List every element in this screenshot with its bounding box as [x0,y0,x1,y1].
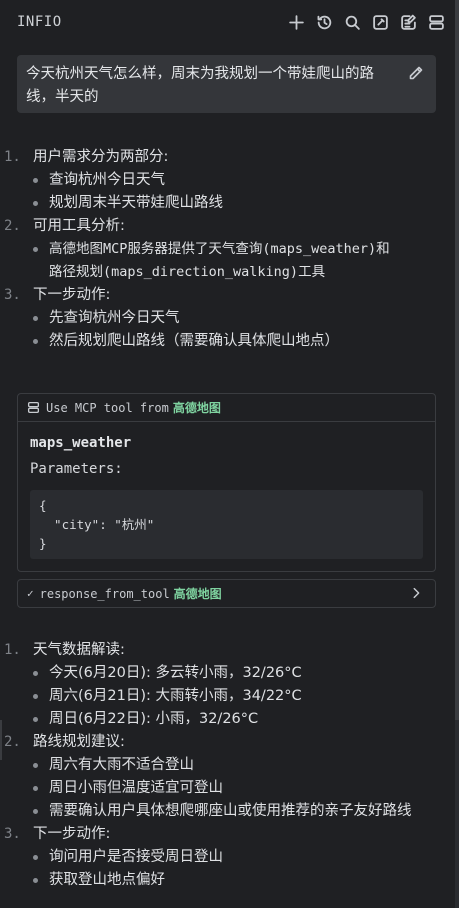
tool-response-toggle[interactable]: ✓ response_from_tool 高德地图 [17,579,436,608]
tool-name: maps_weather [30,435,132,451]
response-label: response_from_tool [39,586,170,601]
list-item: 2. 可用工具分析: [0,215,459,238]
list-heading: 可用工具分析: [33,218,125,234]
bullet-dot [33,855,38,860]
bullet-dot [33,201,38,206]
mcp-server-name: 高德地图 [172,401,221,415]
history-icon[interactable] [314,12,335,33]
search-icon[interactable] [342,12,363,33]
list-heading: 下一步动作: [33,287,111,303]
list-number: 1. [4,642,21,658]
bullet-dot [33,694,38,699]
bullet-text: 高德地图MCP服务器提供了天气查询(maps_weather)和 [49,241,390,257]
bullet-text: 然后规划爬山路线（需要确认具体爬山地点） [49,333,339,349]
user-message-line1: 今天杭州天气怎么样，周末为我规划一个带娃爬山的路 [26,66,374,82]
bullet-text: 路径规划(maps_direction_walking)工具 [49,264,326,280]
scrollbar-thumb[interactable] [455,0,459,720]
list-heading: 下一步动作: [33,826,111,842]
list-item: 3. 下一步动作: [0,284,459,307]
bullet-text: 获取登山地点偏好 [49,872,165,888]
list-number: 2. [4,734,21,750]
user-message[interactable]: 今天杭州天气怎么样，周末为我规划一个带娃爬山的路 线，半天的 [17,55,436,113]
bullet-text: 周日(6月22日): 小雨，32/26°C [49,711,259,727]
bullet-dot [33,339,38,344]
edit-note-icon[interactable] [398,12,419,33]
bullet-text: 周日小雨但温度适宜可登山 [49,780,223,796]
parameters-label: Parameters: [30,461,123,477]
bullet-dot [33,786,38,791]
server-icon [27,401,40,414]
bullet-dot [33,671,38,676]
bullet-dot [33,763,38,768]
list-item: 2. 路线规划建议: [0,731,459,754]
tool-card-header: Use MCP tool from 高德地图 [18,394,435,422]
bullet-dot [33,316,38,321]
list-item: 1. 用户需求分为两部分: [0,146,459,169]
list-bullet: 然后规划爬山路线（需要确认具体爬山地点） [0,330,459,353]
parameters-code: { "city": "杭州" } [30,490,423,559]
check-icon: ✓ [27,587,34,600]
list-bullet: 规划周末半天带娃爬山路线 [0,192,459,215]
list-heading: 路线规划建议: [33,734,125,750]
list-number: 1. [4,149,21,165]
server-icon[interactable] [426,12,447,33]
bullet-text: 今天(6月20日): 多云转小雨，32/26°C [49,665,302,681]
list-item: 3. 下一步动作: [0,823,459,846]
mcp-tool-card: Use MCP tool from 高德地图 maps_weather Para… [17,393,436,572]
bullet-dot [33,717,38,722]
pencil-icon[interactable] [408,65,424,81]
bullet-dot [33,878,38,883]
user-message-line2: 线，半天的 [26,89,99,105]
list-heading: 用户需求分为两部分: [33,149,169,165]
list-number: 3. [4,287,21,303]
chevron-right-icon[interactable] [409,586,423,600]
list-item: 1. 天气数据解读: [0,639,459,662]
bullet-dot [33,247,38,252]
list-bullet: 获取登山地点偏好 [0,869,459,892]
resize-handle[interactable] [0,720,2,760]
app-title: INFIO [17,14,62,30]
bullet-text: 查询杭州今日天气 [49,172,165,188]
list-bullet: 今天(6月20日): 多云转小雨，32/26°C [0,662,459,685]
list-bullet: 周日小雨但温度适宜可登山 [0,777,459,800]
scrollbar[interactable] [455,0,459,908]
list-bullet-continuation: 路径规划(maps_direction_walking)工具 [0,261,459,284]
list-bullet: 需要确认用户具体想爬哪座山或使用推荐的亲子友好路线 [0,800,459,823]
list-bullet: 高德地图MCP服务器提供了天气查询(maps_weather)和 [0,238,459,261]
list-bullet: 周六有大雨不适合登山 [0,754,459,777]
list-bullet: 周日(6月22日): 小雨，32/26°C [0,708,459,731]
list-bullet: 查询杭州今日天气 [0,169,459,192]
plus-icon[interactable] [286,12,307,33]
bullet-dot [33,178,38,183]
list-number: 3. [4,826,21,842]
bullet-text: 先查询杭州今日天气 [49,310,180,326]
new-note-icon[interactable] [370,12,391,33]
bullet-text: 需要确认用户具体想爬哪座山或使用推荐的亲子友好路线 [49,803,412,819]
list-bullet: 周六(6月21日): 大雨转小雨，34/22°C [0,685,459,708]
bullet-text: 周六(6月21日): 大雨转小雨，34/22°C [49,688,302,704]
list-bullet: 先查询杭州今日天气 [0,307,459,330]
header-actions [286,12,447,33]
analysis-list-1: 1. 用户需求分为两部分: 查询杭州今日天气 规划周末半天带娃爬山路线 2. 可… [0,146,459,353]
analysis-list-2: 1. 天气数据解读: 今天(6月20日): 多云转小雨，32/26°C 周六(6… [0,639,459,892]
tool-card-prefix: Use MCP tool from [46,400,169,415]
bullet-dot [33,809,38,814]
header: INFIO [0,0,459,44]
bullet-text: 规划周末半天带娃爬山路线 [49,195,223,211]
list-number: 2. [4,218,21,234]
list-heading: 天气数据解读: [33,642,125,658]
bullet-text: 询问用户是否接受周日登山 [49,849,223,865]
chat-panel: INFIO 今天杭州天气怎么样，周末为我规划一个带娃爬山的路 线，半天的 1. … [0,0,459,908]
list-bullet: 询问用户是否接受周日登山 [0,846,459,869]
bullet-text: 周六有大雨不适合登山 [49,757,194,773]
response-server-name: 高德地图 [173,587,222,601]
